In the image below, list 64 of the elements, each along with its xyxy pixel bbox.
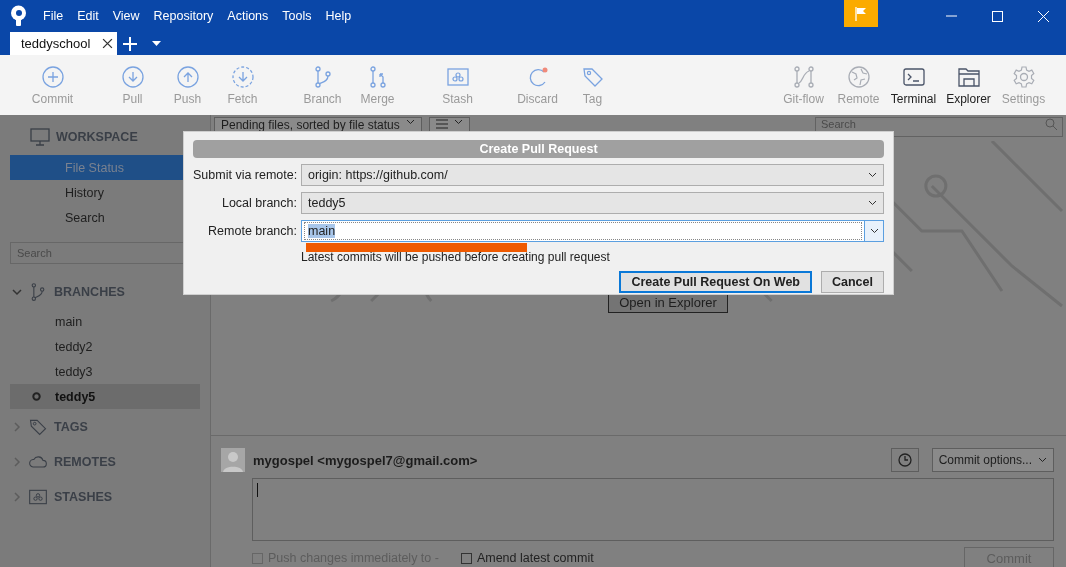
- branch-input[interactable]: main: [304, 221, 862, 240]
- section-title[interactable]: REMOTES: [54, 454, 116, 469]
- dialog-title: Create Pull Request: [193, 140, 884, 158]
- section-title[interactable]: BRANCHES: [54, 284, 125, 299]
- git-flow-icon: [791, 64, 816, 89]
- dialog-button[interactable]: Cancel: [821, 271, 884, 293]
- author-name: mygospel <mygospel7@gmail.com>: [253, 452, 478, 468]
- section-title[interactable]: STASHES: [54, 489, 113, 504]
- settings-icon: [1011, 64, 1036, 89]
- maximize-icon: [991, 10, 1003, 22]
- chevron-down-icon: [869, 227, 879, 234]
- caret-icon: [151, 41, 161, 46]
- chevron-down-icon: [1038, 457, 1047, 463]
- app-logo-icon: [10, 5, 27, 27]
- commit-message-field[interactable]: [252, 478, 1054, 541]
- repository-tab[interactable]: teddyschool: [10, 32, 118, 55]
- chevron-down-icon[interactable]: [12, 286, 22, 297]
- branch-item[interactable]: teddy3: [10, 359, 200, 384]
- plus-circle-icon: [40, 64, 65, 89]
- down-arrow-circle-icon: [120, 64, 145, 89]
- minimize-icon: [945, 15, 957, 17]
- dropdown[interactable]: teddy5: [301, 191, 884, 214]
- chevron-right-icon[interactable]: [12, 491, 22, 502]
- chevron-down-icon: [453, 119, 463, 125]
- menu-item[interactable]: Edit: [70, 9, 106, 23]
- menu-item[interactable]: File: [36, 9, 71, 23]
- checkbox-option[interactable]: Amend latest commit: [460, 551, 594, 565]
- history-button[interactable]: [890, 448, 919, 472]
- menu-item[interactable]: Actions: [220, 9, 276, 23]
- toolbar-button[interactable]: Explorer: [941, 55, 996, 115]
- menu-item[interactable]: Tools: [275, 9, 319, 23]
- close-icon: [1037, 10, 1049, 22]
- chevron-right-icon[interactable]: [12, 456, 22, 467]
- chevron-down-icon: [405, 119, 415, 125]
- plus-icon: [123, 36, 138, 51]
- dialog-button[interactable]: Create Pull Request On Web: [619, 271, 812, 293]
- field-label: Local branch:: [220, 195, 298, 210]
- chevron-right-icon[interactable]: [12, 421, 22, 432]
- search-icon: [1045, 118, 1057, 130]
- branch-item[interactable]: main: [10, 309, 200, 334]
- field-label: Remote branch:: [207, 223, 298, 238]
- chevron-down-icon: [868, 171, 877, 178]
- monitor-icon: [30, 128, 50, 146]
- up-arrow-circle-icon: [175, 64, 200, 89]
- dropdown[interactable]: origin: https://github.com/: [301, 163, 884, 186]
- checkbox[interactable]: [460, 552, 472, 564]
- notification-button[interactable]: [844, 0, 878, 27]
- globe-icon: [846, 64, 871, 89]
- flag-icon: [855, 6, 867, 21]
- branch-item[interactable]: teddy5: [10, 384, 200, 409]
- clock-icon: [897, 453, 912, 467]
- hint-text: Latest commits will be pushed before creating pull request: [301, 250, 610, 264]
- commit-options-dropdown[interactable]: Commit options...: [931, 448, 1054, 472]
- dropdown-button[interactable]: [864, 220, 883, 241]
- close-icon[interactable]: [102, 38, 114, 49]
- toolbar-button[interactable]: Terminal: [886, 55, 941, 115]
- section-title[interactable]: TAGS: [54, 419, 88, 434]
- menu-item[interactable]: View: [105, 9, 147, 23]
- list-icon: [435, 119, 448, 129]
- branch-item[interactable]: teddy2: [10, 334, 200, 359]
- chevron-down-icon: [868, 199, 877, 206]
- menu-item[interactable]: Help: [318, 9, 359, 23]
- section-title: WORKSPACE: [56, 130, 138, 144]
- menu-item[interactable]: Repository: [146, 9, 221, 23]
